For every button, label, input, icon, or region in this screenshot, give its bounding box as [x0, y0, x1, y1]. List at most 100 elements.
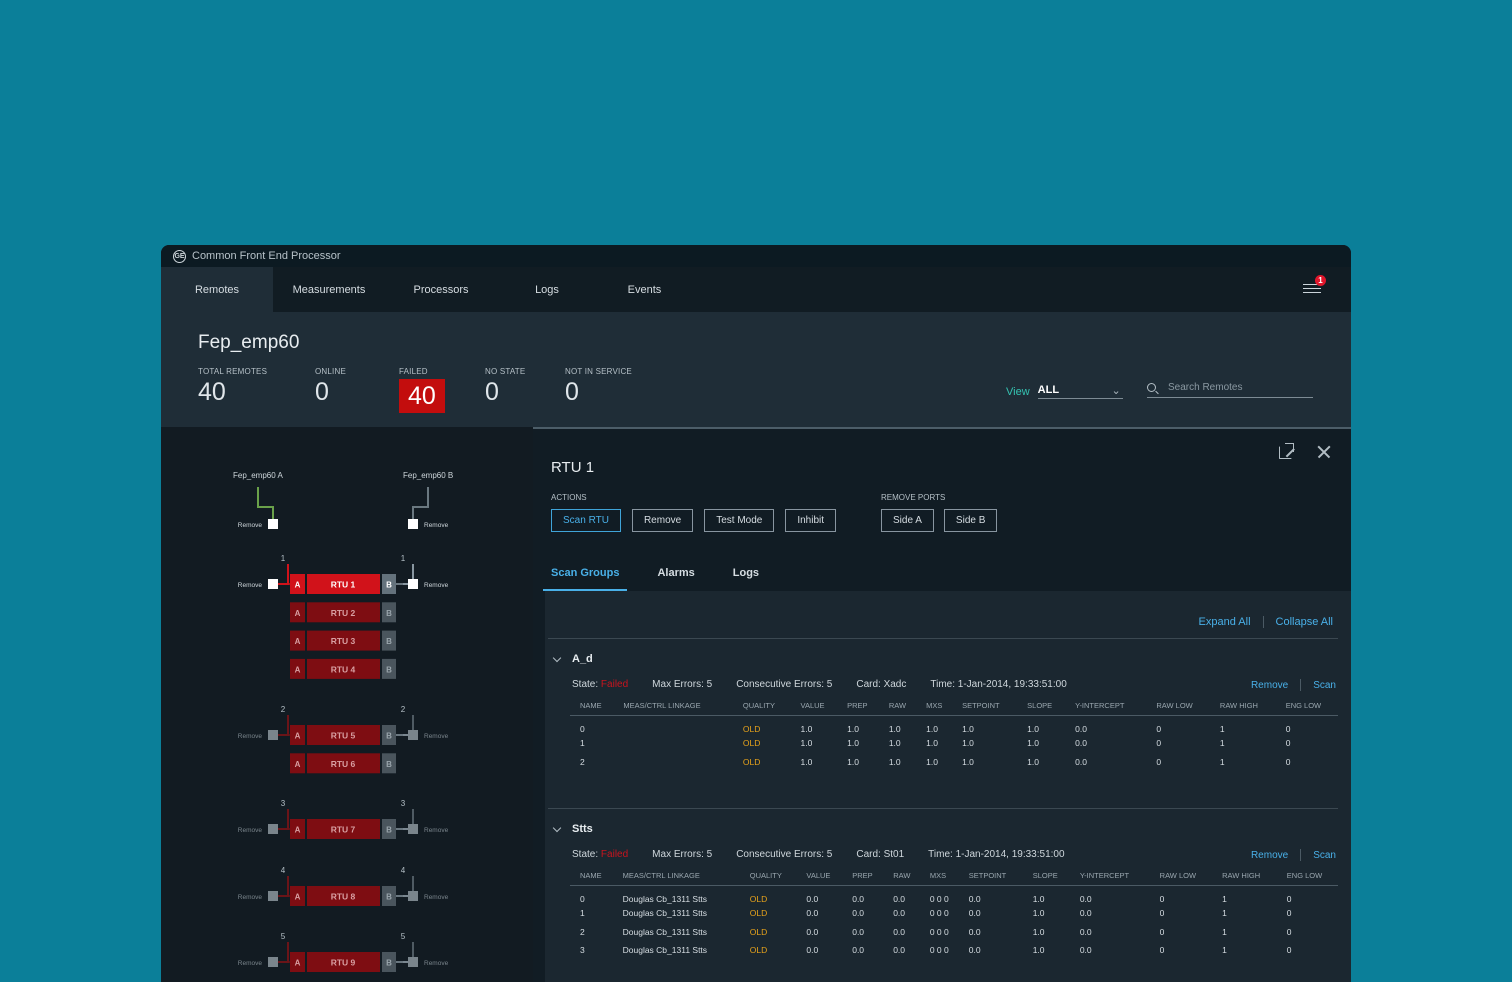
rtu-side-a-label: A	[295, 959, 301, 968]
stat-not-in-service: NOT IN SERVICE 0	[565, 367, 632, 407]
table-row[interactable]: 0 OLD 1.0 1.0 1.0 1.0 1.0 1.0 0.0 0 1 0	[570, 716, 1338, 734]
tab-scan-groups[interactable]: Scan Groups	[542, 555, 628, 591]
table-cell: 0	[1285, 756, 1291, 767]
state-label: State:	[572, 849, 599, 860]
rtu-side-b-label: B	[386, 732, 392, 741]
stat-label: NOT IN SERVICE	[565, 367, 632, 376]
stat-online: ONLINE 0	[315, 367, 346, 407]
open-external-icon[interactable]	[1277, 443, 1295, 461]
tab-events[interactable]: Events	[597, 267, 692, 312]
tab-remotes[interactable]: Remotes	[161, 267, 273, 312]
group-remove-link[interactable]: Remove	[1251, 680, 1288, 691]
card: Card: St01	[856, 849, 905, 860]
state-value: Failed	[600, 679, 629, 690]
table-cell: 0.0	[1079, 908, 1092, 919]
rtu-side-b-label: B	[386, 893, 392, 902]
table-cell: 0	[1159, 908, 1165, 919]
expand-all-link[interactable]: Expand All	[1199, 616, 1251, 628]
close-icon[interactable]	[1315, 443, 1333, 461]
remove-label: Remove	[238, 827, 263, 834]
remove-ports-label: REMOVE PORTS	[881, 493, 946, 502]
scan-rtu-button[interactable]: Scan RTU	[551, 509, 621, 532]
tab-logs[interactable]: Logs	[733, 555, 767, 591]
port-checkbox[interactable]	[268, 891, 278, 901]
table-cell: 1.0	[847, 756, 859, 767]
table-row[interactable]: 1 Douglas Cb_1311 Stts OLD 0.0 0.0 0.0 0 0 0 0.…	[570, 904, 1338, 923]
max-errors: Max Errors: 5	[652, 849, 713, 860]
table-cell: Douglas Cb_1311 Stts	[622, 945, 708, 956]
collapse-all-link[interactable]: Collapse All	[1276, 616, 1333, 628]
table-cell: 0.0	[1079, 926, 1092, 937]
search-remotes[interactable]: Search Remotes	[1147, 382, 1313, 398]
tab-processors[interactable]: Processors	[385, 267, 497, 312]
stat-failed: FAILED 40	[399, 367, 445, 413]
port-checkbox[interactable]	[408, 957, 418, 967]
port-checkbox[interactable]	[408, 579, 418, 589]
tab-measurements[interactable]: Measurements	[273, 267, 385, 312]
table-row[interactable]: 3 Douglas Cb_1311 Stts OLD 0.0 0.0 0.0 0 0 0 0.…	[570, 941, 1338, 960]
test-mode-button[interactable]: Test Mode	[704, 509, 775, 532]
column-header: MXS	[919, 871, 959, 886]
rtu-side-b-label: B	[386, 581, 392, 590]
table-cell: 0.0	[1079, 945, 1092, 956]
table-cell: 2	[580, 756, 585, 767]
port-a-checkbox[interactable]	[268, 519, 278, 529]
column-header: SETPOINT	[952, 701, 1018, 716]
tab-logs[interactable]: Logs	[497, 267, 597, 312]
table-cell: 0	[1159, 945, 1165, 956]
port-b-checkbox[interactable]	[408, 519, 418, 529]
table-cell: 0.0	[1075, 724, 1087, 734]
remove-label: Remove	[424, 733, 449, 740]
group-remove-link[interactable]: Remove	[1251, 850, 1288, 861]
remove-button[interactable]: Remove	[631, 509, 694, 532]
chevron-down-icon[interactable]	[552, 653, 562, 662]
rtu-side-a-label: A	[295, 609, 301, 618]
table-cell: 0.0	[968, 908, 981, 919]
port-checkbox[interactable]	[268, 957, 278, 967]
table-cell: 0.0	[968, 945, 981, 956]
port-checkbox[interactable]	[408, 730, 418, 740]
port-checkbox[interactable]	[268, 579, 278, 589]
table-cell: 0.0	[893, 894, 906, 904]
table-cell: 0.0	[1079, 894, 1092, 904]
port-checkbox[interactable]	[408, 824, 418, 834]
table-cell: 1	[1222, 894, 1227, 904]
rtu-label: RTU 1	[331, 580, 356, 590]
scan-group-meta: State: Failed Max Errors: 5 Consecutive …	[572, 849, 1336, 861]
table-row[interactable]: 2 Douglas Cb_1311 Stts OLD 0.0 0.0 0.0 0 0 0 0.…	[570, 923, 1338, 942]
scan-group-header[interactable]: A_d	[552, 653, 593, 665]
chevron-down-icon[interactable]	[552, 823, 562, 832]
stat-value: 0	[315, 378, 329, 406]
table-header-row: NAME MEAS/CTRL LINKAGE QUALITY VALUE PREP RAW…	[570, 871, 1338, 886]
side-a-button[interactable]: Side A	[881, 509, 934, 532]
time: Time: 1-Jan-2014, 19:33:51:00	[928, 849, 1065, 860]
stat-value: 0	[485, 378, 499, 406]
rtu-side-a-label: A	[295, 826, 301, 835]
view-selector[interactable]: View ALL ⌄	[1006, 384, 1123, 399]
column-header: RAW HIGH	[1212, 871, 1277, 886]
search-input[interactable]: Search Remotes	[1168, 382, 1242, 393]
scan-group-header[interactable]: Stts	[552, 823, 593, 835]
scan-group: Stts State: Failed Max Errors: 5 Consecu…	[548, 808, 1338, 955]
remove-label: Remove	[424, 522, 449, 529]
group-scan-link[interactable]: Scan	[1313, 680, 1336, 691]
view-dropdown[interactable]: ALL ⌄	[1037, 384, 1123, 399]
table-row[interactable]: 2 OLD 1.0 1.0 1.0 1.0 1.0 1.0 0.0 0 1 0	[570, 753, 1338, 772]
table-cell: OLD	[742, 756, 761, 767]
table-row[interactable]: 0 Douglas Cb_1311 Stts OLD 0.0 0.0 0.0 0 0 0 0.…	[570, 886, 1338, 904]
scan-group-name: Stts	[572, 823, 593, 835]
tab-alarms[interactable]: Alarms	[657, 555, 702, 591]
remove-label: Remove	[424, 960, 449, 967]
table-row[interactable]: 1 OLD 1.0 1.0 1.0 1.0 1.0 1.0 0.0 0 1 0	[570, 734, 1338, 753]
remove-label: Remove	[424, 827, 449, 834]
port-checkbox[interactable]	[268, 730, 278, 740]
table-cell: 0.0	[968, 926, 981, 937]
inhibit-button[interactable]: Inhibit	[785, 509, 837, 532]
side-b-button[interactable]: Side B	[943, 509, 998, 532]
menu-icon[interactable]: 1	[1303, 275, 1326, 299]
remove-label: Remove	[238, 582, 263, 589]
ge-logo-icon: GE	[173, 249, 186, 263]
port-checkbox[interactable]	[268, 824, 278, 834]
port-checkbox[interactable]	[408, 891, 418, 901]
group-scan-link[interactable]: Scan	[1313, 850, 1336, 861]
